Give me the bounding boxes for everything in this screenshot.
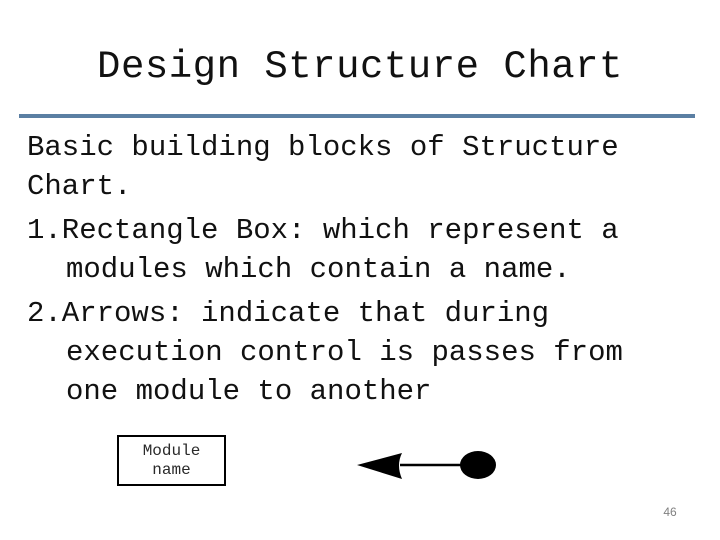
slide-body: Basic building blocks of Structure Chart… bbox=[27, 128, 707, 411]
arrowhead bbox=[357, 453, 402, 479]
arrow-tail-dot bbox=[460, 451, 496, 479]
module-box-label-line-1: Module bbox=[142, 442, 201, 460]
slide-title: Design Structure Chart bbox=[97, 45, 623, 89]
list-item-2-line-3: one module to another bbox=[66, 375, 432, 408]
page-number: 46 bbox=[663, 505, 677, 519]
list-item-2-line-1: 2.Arrows: indicate that during bbox=[27, 297, 550, 330]
module-box-label-line-2: name bbox=[152, 461, 191, 479]
list-item-1-line-2: modules which contain a name. bbox=[66, 253, 571, 286]
list-item-1-line-1: 1.Rectangle Box: which represent a bbox=[27, 214, 619, 247]
body-line-intro-1: Basic building blocks of Structure bbox=[27, 131, 619, 164]
module-box-example: Module name bbox=[117, 435, 226, 486]
list-item-2-line-2: execution control is passes from bbox=[66, 336, 623, 369]
control-arrow-icon bbox=[357, 451, 496, 479]
title-divider bbox=[19, 114, 695, 118]
body-line-intro-2: Chart. bbox=[27, 170, 132, 203]
